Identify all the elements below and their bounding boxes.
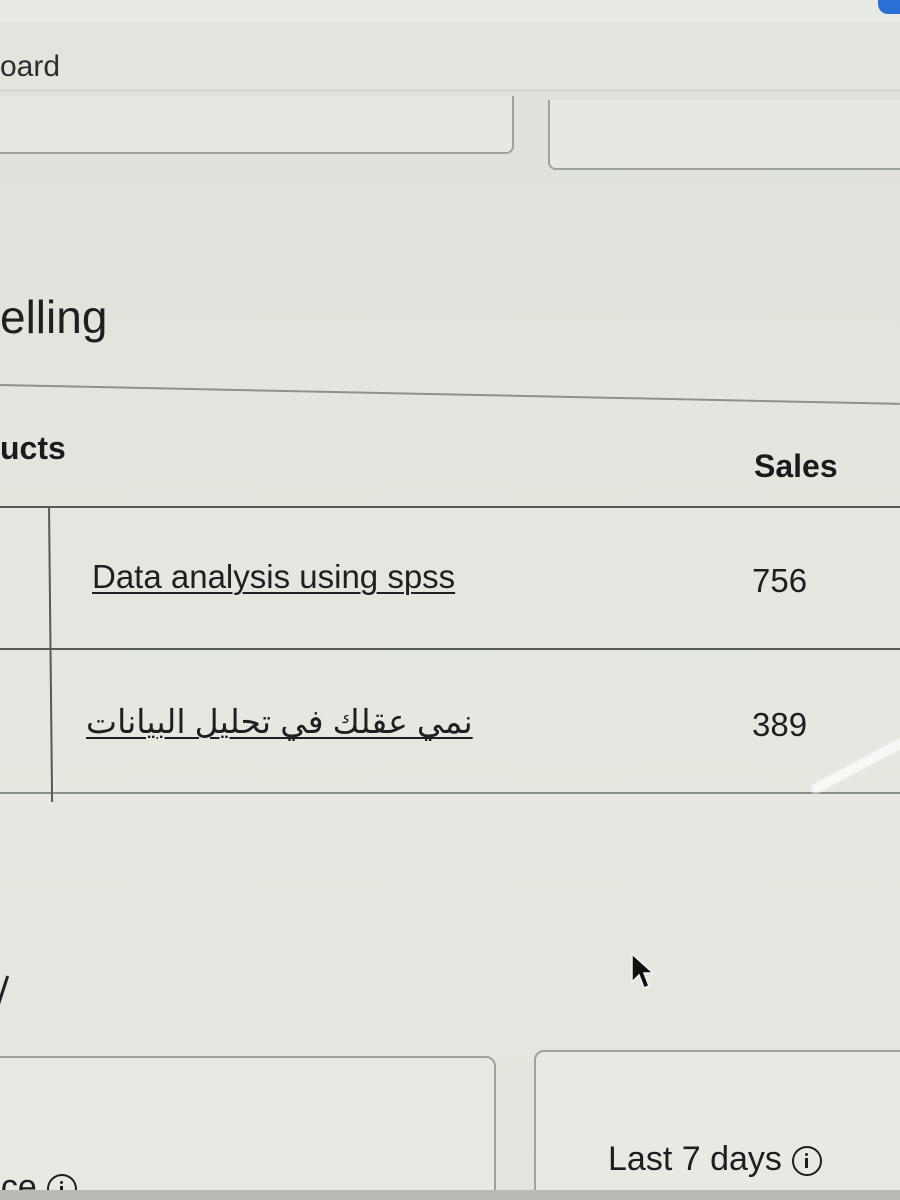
breadcrumb-bar: oard	[0, 22, 900, 91]
best-selling-table: ucts Sales Data analysis using spss 756 …	[0, 410, 900, 802]
sales-value: 756	[752, 562, 808, 599]
card-label: Last 7 days	[608, 1140, 822, 1179]
cursor-arrow-icon	[631, 952, 655, 989]
stat-card-bottom-right: Last 7 days	[534, 1050, 900, 1200]
section-divider	[0, 384, 900, 405]
column-header-sales: Sales	[754, 448, 838, 484]
browser-accent-icon	[878, 0, 900, 14]
dashboard-page: oard elling ucts Sales Data analysis usi…	[0, 0, 900, 1200]
product-link[interactable]: Data analysis using spss	[92, 558, 455, 596]
cut-off-heading-mark	[0, 975, 10, 1015]
sales-value: 389	[752, 706, 808, 743]
screen-bottom-edge	[0, 1190, 900, 1200]
stat-card-bottom-left: nce	[0, 1056, 496, 1200]
card-label-text: Last 7 days	[608, 1140, 782, 1178]
stat-card-top-right	[548, 100, 900, 170]
stat-card-top-left	[0, 96, 514, 154]
browser-top-strip	[0, 0, 900, 23]
info-icon[interactable]	[791, 1146, 822, 1177]
breadcrumb[interactable]: oard	[0, 50, 60, 84]
best-selling-title: elling	[0, 291, 108, 343]
column-header-products: ucts	[0, 430, 66, 466]
table-row: نمي عقلك في تحليل البيانات 389	[0, 648, 900, 794]
product-link[interactable]: نمي عقلك في تحليل البيانات	[86, 702, 473, 741]
table-row: Data analysis using spss 756	[0, 506, 900, 650]
